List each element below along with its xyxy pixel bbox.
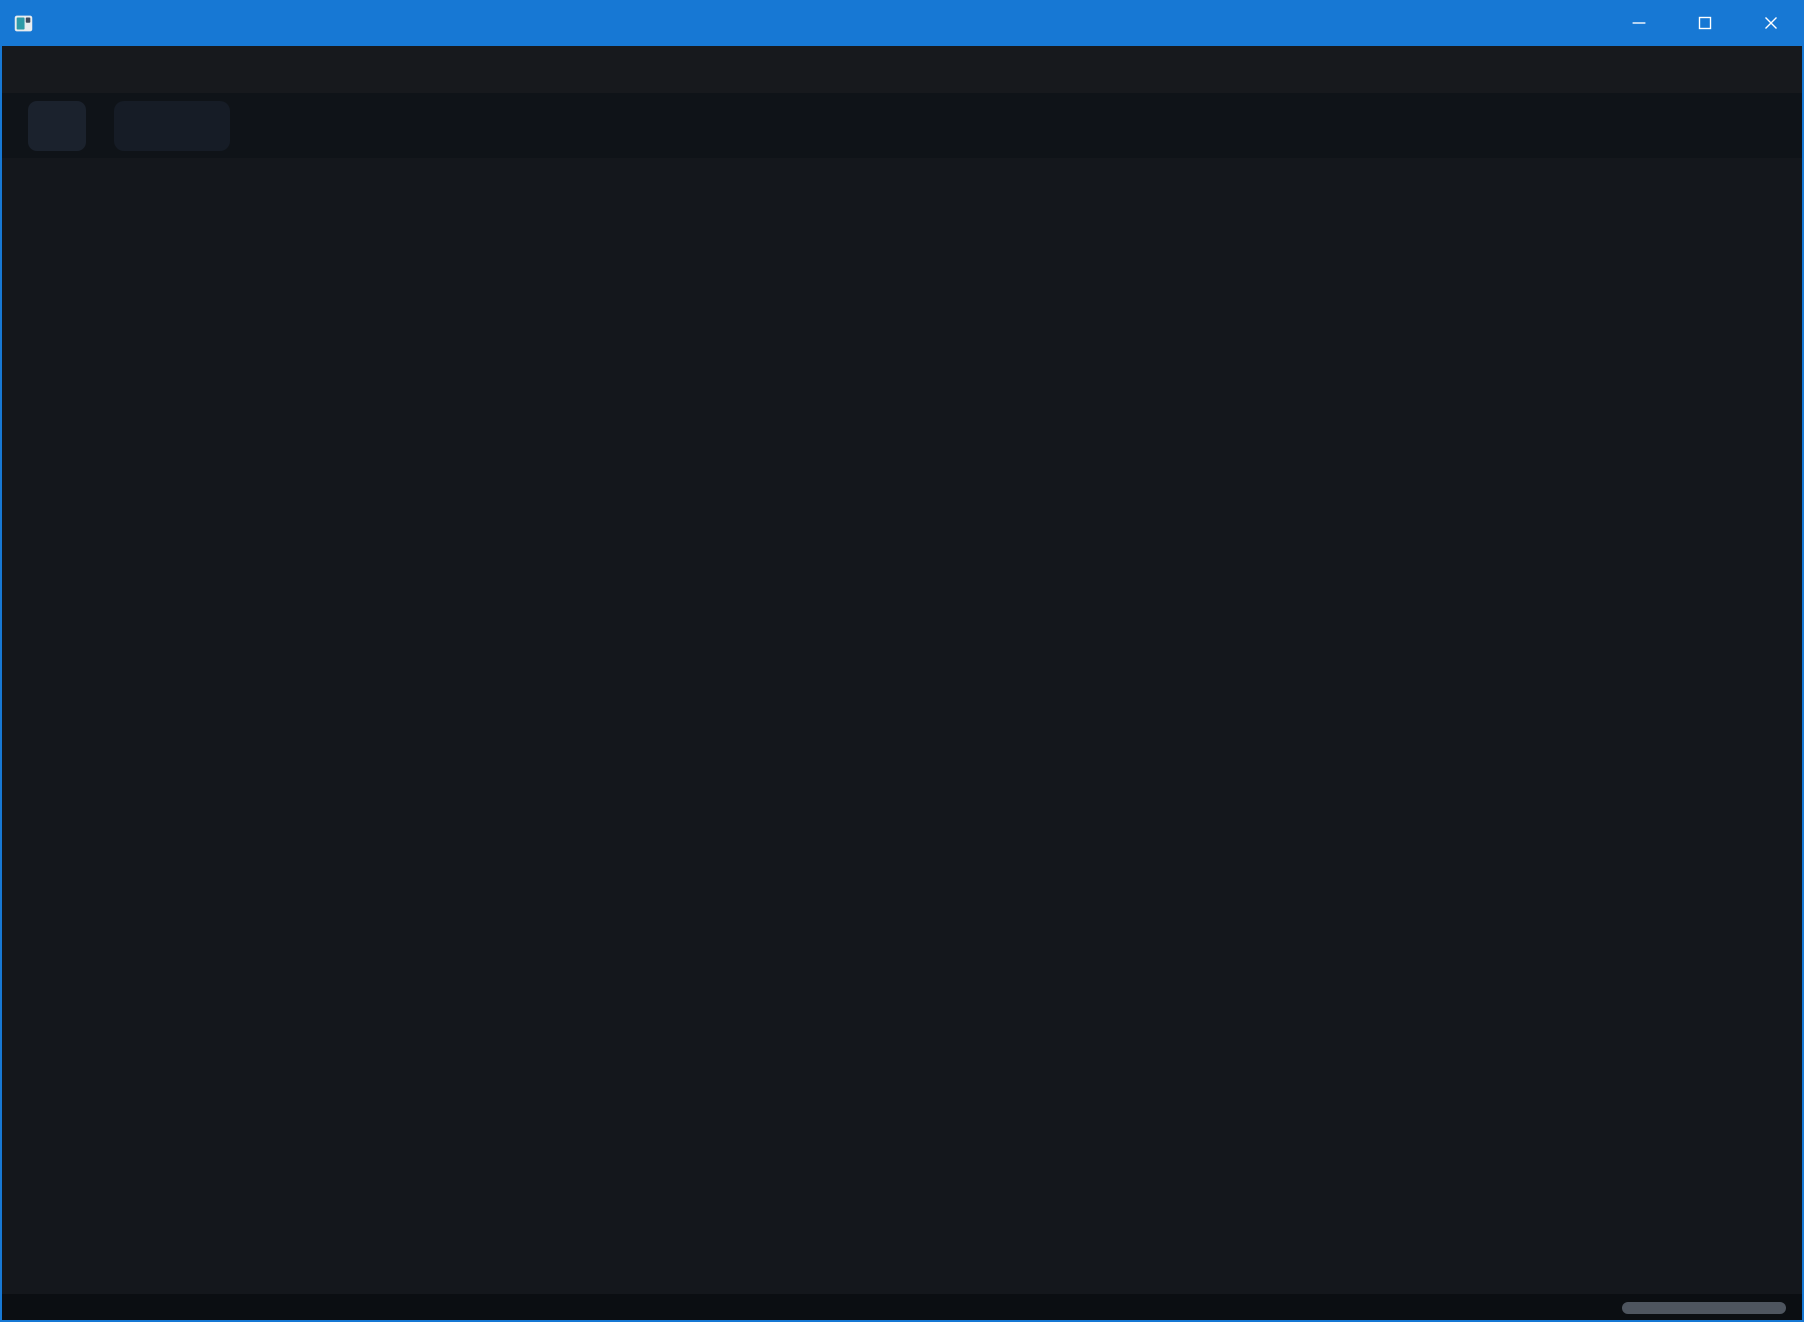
kanban-board — [0, 0, 1804, 1322]
open-project-button[interactable] — [114, 101, 172, 151]
maximize-button[interactable] — [1672, 0, 1738, 46]
menu-bar — [0, 46, 1804, 93]
app-icon — [13, 13, 34, 34]
minimize-button[interactable] — [1606, 0, 1672, 46]
bottom-bar — [0, 1294, 1804, 1322]
toolbar — [0, 93, 1804, 158]
project-button-group — [114, 101, 230, 151]
sidebar-toggle-button[interactable] — [28, 101, 86, 151]
scan-refresh-button[interactable] — [172, 101, 230, 151]
horizontal-scrollbar[interactable] — [1622, 1302, 1786, 1314]
app-window — [0, 0, 1804, 1322]
window-controls — [1606, 0, 1804, 46]
window-border-left — [0, 46, 2, 1322]
title-bar — [0, 0, 1804, 46]
close-button[interactable] — [1738, 0, 1804, 46]
